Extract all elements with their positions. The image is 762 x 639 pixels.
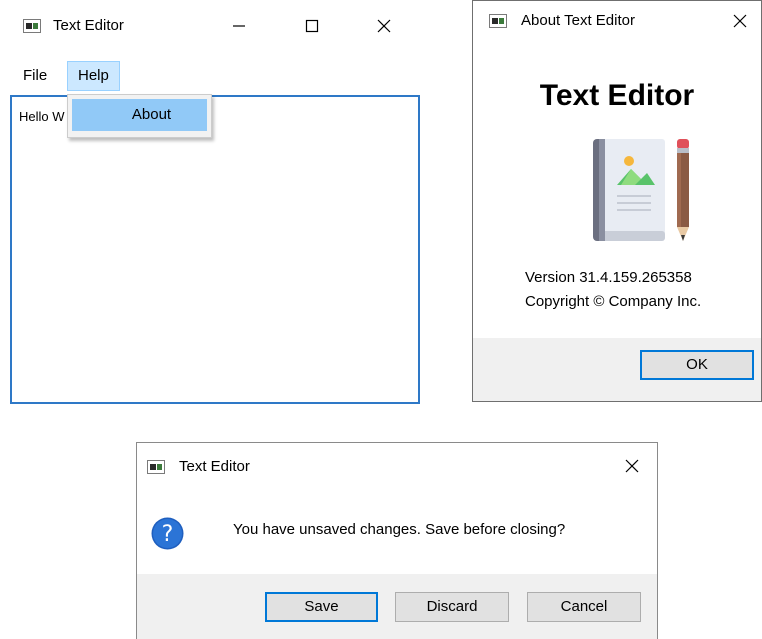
app-icon (147, 460, 165, 474)
dialog-message: You have unsaved changes. Save before cl… (233, 521, 566, 538)
minimize-icon (233, 25, 245, 27)
main-titlebar[interactable]: Text Editor (9, 9, 423, 43)
about-copyright: Copyright © Company Inc. (525, 293, 702, 310)
close-icon (733, 14, 747, 28)
maximize-icon (305, 19, 319, 33)
app-icon (489, 14, 507, 28)
about-titlebar[interactable]: About Text Editor (473, 1, 761, 35)
menu-file[interactable]: File (13, 61, 57, 91)
book-pencil-icon (593, 139, 689, 241)
dialog-footer: Save Discard Cancel (137, 574, 657, 639)
close-icon (625, 459, 639, 473)
editor-text: Hello W (19, 109, 65, 124)
main-window-title: Text Editor (53, 17, 124, 34)
cancel-button[interactable]: Cancel (527, 592, 641, 622)
menu-item-about[interactable]: About (72, 99, 207, 131)
dialog-titlebar[interactable]: Text Editor (137, 443, 657, 489)
menu-help[interactable]: Help (67, 61, 120, 91)
menubar: File Help (9, 61, 423, 91)
app-icon (23, 19, 41, 33)
ok-button[interactable]: OK (640, 350, 754, 380)
dialog-close-button[interactable] (609, 449, 655, 483)
question-icon: ? (151, 517, 184, 550)
close-icon (377, 19, 391, 33)
save-button[interactable]: Save (265, 592, 378, 622)
about-window: About Text Editor Text Editor Version 31… (472, 0, 762, 402)
about-footer: OK (473, 338, 761, 401)
dialog-title: Text Editor (179, 458, 250, 475)
about-window-title: About Text Editor (521, 12, 635, 29)
discard-button[interactable]: Discard (395, 592, 509, 622)
confirm-dialog: Text Editor ? You have unsaved changes. … (136, 442, 658, 639)
svg-text:?: ? (162, 522, 174, 547)
main-window: Text Editor File Help Hello W (9, 9, 423, 405)
menu-item-about-label: About (131, 106, 172, 123)
help-dropdown-menu: About (67, 94, 212, 138)
about-version: Version 31.4.159.265358 (525, 269, 692, 286)
text-edit-area[interactable]: Hello W (10, 95, 420, 404)
about-heading: Text Editor (539, 79, 695, 112)
maximize-button[interactable] (289, 9, 335, 43)
close-button[interactable] (361, 9, 407, 43)
about-close-button[interactable] (717, 4, 762, 38)
minimize-button[interactable] (216, 9, 262, 43)
